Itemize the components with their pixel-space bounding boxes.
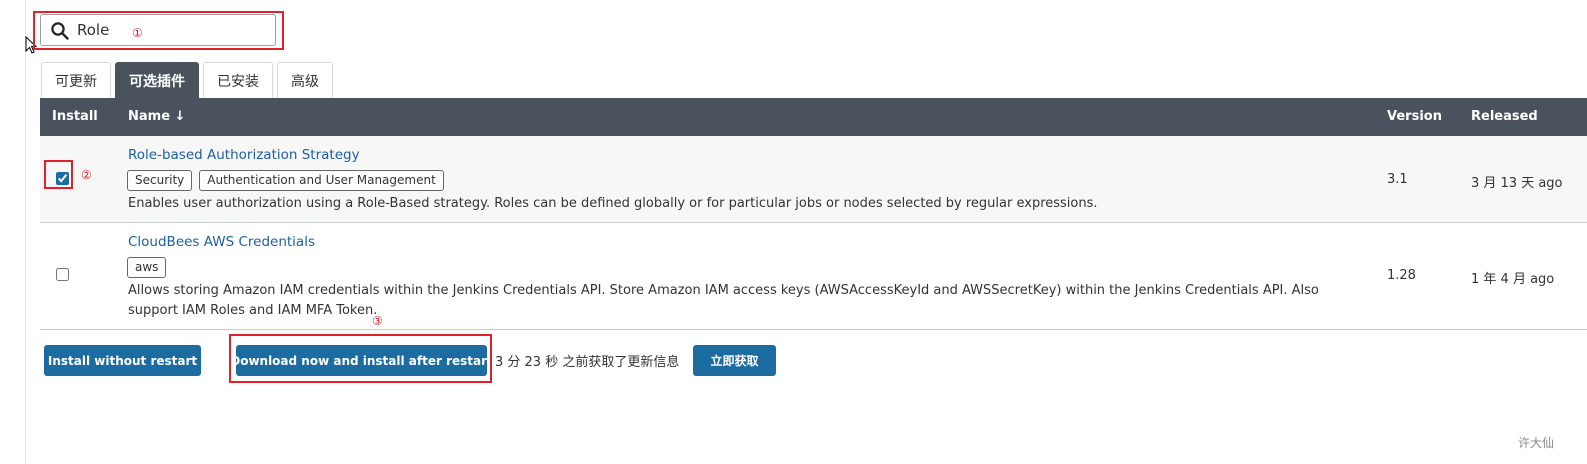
tab-installed[interactable]: 已安装	[203, 62, 273, 98]
page-left-border	[25, 0, 26, 464]
tag-authentication[interactable]: Authentication and User Management	[199, 170, 444, 191]
table-row: Role-based Authorization Strategy Securi…	[40, 136, 1587, 223]
column-header-version[interactable]: Version	[1387, 109, 1442, 124]
install-checkbox[interactable]	[56, 268, 69, 281]
annotation-highlight-checkbox	[44, 160, 73, 189]
plugin-version: 1.28	[1387, 268, 1416, 283]
tab-updates[interactable]: 可更新	[41, 62, 111, 98]
plugin-version: 3.1	[1387, 172, 1408, 187]
tab-available[interactable]: 可选插件	[115, 62, 199, 98]
annotation-marker-1: ①	[132, 26, 143, 40]
tab-label: 已安装	[217, 73, 259, 90]
tab-advanced[interactable]: 高级	[277, 62, 333, 98]
table-row: CloudBees AWS Credentials aws Allows sto…	[40, 223, 1587, 330]
plugin-description: Enables user authorization using a Role-…	[128, 196, 1098, 211]
annotation-marker-3: ③	[372, 314, 383, 328]
tag-security[interactable]: Security	[127, 170, 193, 191]
watermark-text: 许大仙	[1518, 436, 1555, 450]
column-header-released[interactable]: Released	[1471, 109, 1538, 124]
tag-aws[interactable]: aws	[127, 257, 167, 278]
plugin-tabs: 可更新 可选插件 已安装 高级	[41, 62, 337, 98]
column-header-install: Install	[52, 109, 98, 124]
tab-label: 可更新	[55, 73, 97, 90]
annotation-highlight-search	[33, 11, 284, 50]
plugin-released: 3 月 13 天 ago	[1471, 176, 1563, 191]
tab-label: 高级	[291, 73, 319, 90]
plugin-released: 1 年 4 月 ago	[1471, 272, 1555, 287]
plugin-tags: aws	[127, 257, 173, 278]
fetch-now-button[interactable]: 立即获取	[693, 345, 776, 376]
plugin-tags: Security Authentication and User Managem…	[127, 170, 451, 191]
install-without-restart-button[interactable]: Install without restart	[44, 345, 201, 376]
column-header-name[interactable]: Name ↓	[128, 109, 185, 124]
tab-label: 可选插件	[129, 73, 185, 90]
plugin-table-header: Install Name ↓ Version Released	[40, 98, 1587, 136]
annotation-highlight-download-button	[229, 334, 492, 383]
annotation-marker-2: ②	[81, 168, 92, 182]
update-info-text: 3 分 23 秒 之前获取了更新信息	[495, 355, 680, 370]
plugin-description: Allows storing Amazon IAM credentials wi…	[128, 283, 1319, 318]
plugin-name-link[interactable]: CloudBees AWS Credentials	[128, 234, 315, 250]
plugin-name-link[interactable]: Role-based Authorization Strategy	[128, 147, 360, 163]
